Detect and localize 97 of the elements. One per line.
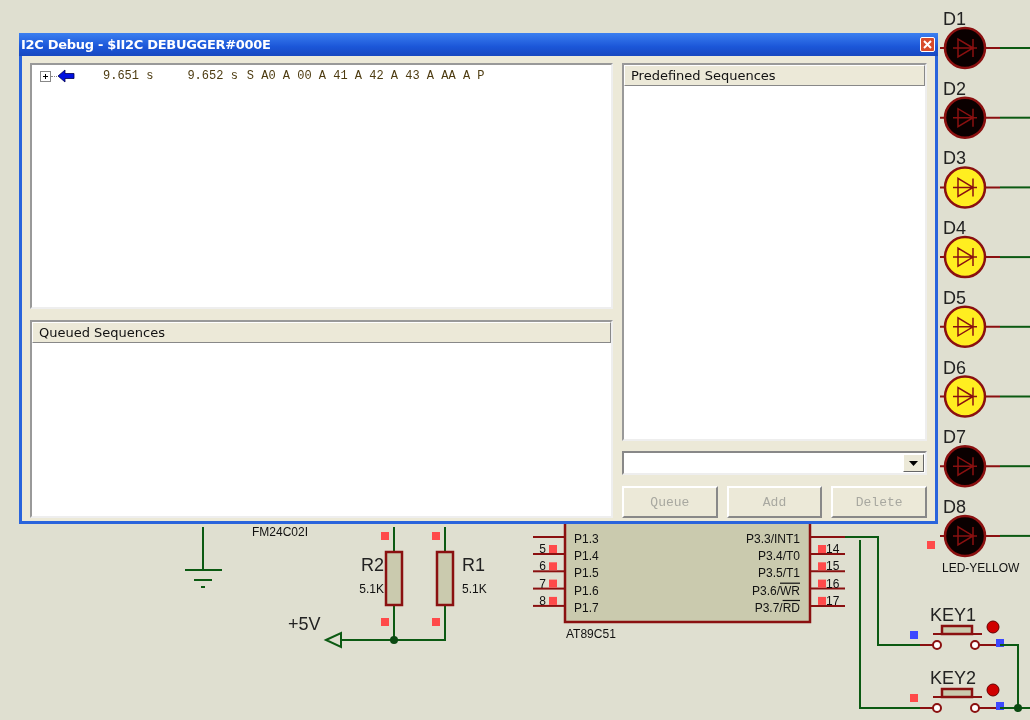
wire [393, 526, 395, 553]
pin-marker [549, 545, 557, 553]
pin-marker [910, 694, 918, 702]
key-label: KEY2 [930, 668, 977, 688]
column-header: Queued Sequences [32, 322, 611, 343]
arrow-icon [57, 69, 75, 83]
pin-marker [381, 532, 389, 540]
pin-marker [818, 562, 826, 571]
wire [999, 644, 1030, 709]
led-drawing [939, 305, 1001, 349]
led-drawing [939, 514, 1001, 558]
pin-number: 5 [539, 542, 546, 556]
pin-number: 6 [539, 559, 546, 574]
led-label: D2 [943, 78, 966, 99]
power-label: +5V [288, 614, 321, 634]
pin-marker [818, 596, 826, 605]
wire [532, 604, 566, 607]
led-drawing [939, 26, 1001, 70]
pin-marker [432, 618, 440, 626]
pin-name: P1.4 [574, 549, 599, 563]
pin-name: P3.5/T1 [757, 566, 800, 581]
pin-name: P3.7/RD [754, 600, 800, 615]
pin-marker [996, 702, 1004, 710]
log-cell: S A0 A 00 A 41 A 42 A 43 A AA A P [246, 69, 485, 83]
dropdown-field[interactable] [622, 451, 927, 475]
plus-icon[interactable] [40, 70, 51, 82]
wire [532, 570, 566, 573]
chip-label: AT89C51 [566, 627, 616, 641]
wire [444, 526, 446, 553]
pin-marker [549, 579, 557, 588]
key-label: KEY1 [930, 605, 977, 625]
resistor-value: 5.1K [462, 582, 487, 596]
pin-number: 15 [826, 559, 840, 574]
pin-marker [910, 631, 918, 639]
pin-number: 17 [826, 593, 840, 608]
resistor [384, 550, 404, 607]
wire [532, 536, 566, 538]
pin-number: 14 [826, 542, 840, 556]
pin-marker [818, 579, 826, 588]
log-cell: 9.652 s [187, 69, 238, 83]
led-drawing [939, 375, 1001, 418]
led-label: D5 [943, 287, 966, 308]
wire [532, 553, 566, 555]
pin-name: P3.3/INT1 [745, 532, 800, 546]
pin-marker [432, 532, 440, 540]
wire [999, 47, 1030, 49]
pin-marker [818, 545, 826, 553]
wire [999, 186, 1030, 189]
pin-marker [927, 541, 935, 549]
led-label: D8 [943, 496, 966, 517]
power-terminal [323, 631, 342, 649]
led-drawing [939, 235, 1001, 279]
resistor-value: 5.1K [359, 582, 384, 596]
part-label: LED-YELLOW [942, 561, 1020, 575]
pin-marker [381, 618, 389, 626]
pin-marker [996, 639, 1004, 647]
junction-dot [1014, 704, 1022, 712]
led-label: D4 [943, 218, 966, 239]
pin-marker [549, 562, 557, 571]
log-cell: 9.651 s [103, 69, 154, 83]
pin-name: P1.3 [574, 532, 599, 546]
resistor-label: R1 [462, 555, 485, 575]
wire [999, 395, 1030, 398]
probe-icon [986, 620, 1000, 634]
pin-marker [549, 596, 557, 605]
close-icon [923, 40, 932, 49]
wire [999, 256, 1030, 259]
probe-icon [986, 683, 1000, 697]
wire [999, 325, 1030, 328]
led-label: D6 [943, 357, 966, 378]
led-drawing [939, 96, 1001, 139]
pin-name: P1.7 [574, 600, 599, 615]
led-label: D7 [943, 427, 966, 448]
close-button[interactable] [920, 37, 935, 52]
pin-name: P3.4/T0 [757, 549, 800, 563]
junction-dot [390, 636, 398, 644]
window-title: I2C Debug - $II2C DEBUGGER#000E [21, 37, 271, 52]
resistor-label: R2 [361, 555, 384, 575]
pin-number: 16 [826, 576, 840, 591]
led-drawing [939, 166, 1001, 209]
wire [532, 587, 566, 590]
led-label: D3 [943, 148, 966, 169]
led-label: D1 [943, 9, 966, 29]
pin-name: P1.5 [574, 566, 599, 581]
resistor [435, 550, 455, 607]
pin-number: 7 [539, 576, 546, 591]
led-drawing [939, 444, 1001, 488]
wire [999, 465, 1030, 468]
wire [999, 116, 1030, 119]
pin-name: P3.6/WR [751, 583, 800, 598]
ground-symbol [184, 526, 223, 588]
wire [999, 534, 1030, 537]
part-label: FM24C02I [252, 525, 309, 539]
pin-number: 8 [539, 593, 546, 608]
pin-name: P1.6 [574, 583, 599, 598]
column-header: Predefined Sequences [624, 65, 925, 86]
caret-icon [909, 460, 918, 466]
